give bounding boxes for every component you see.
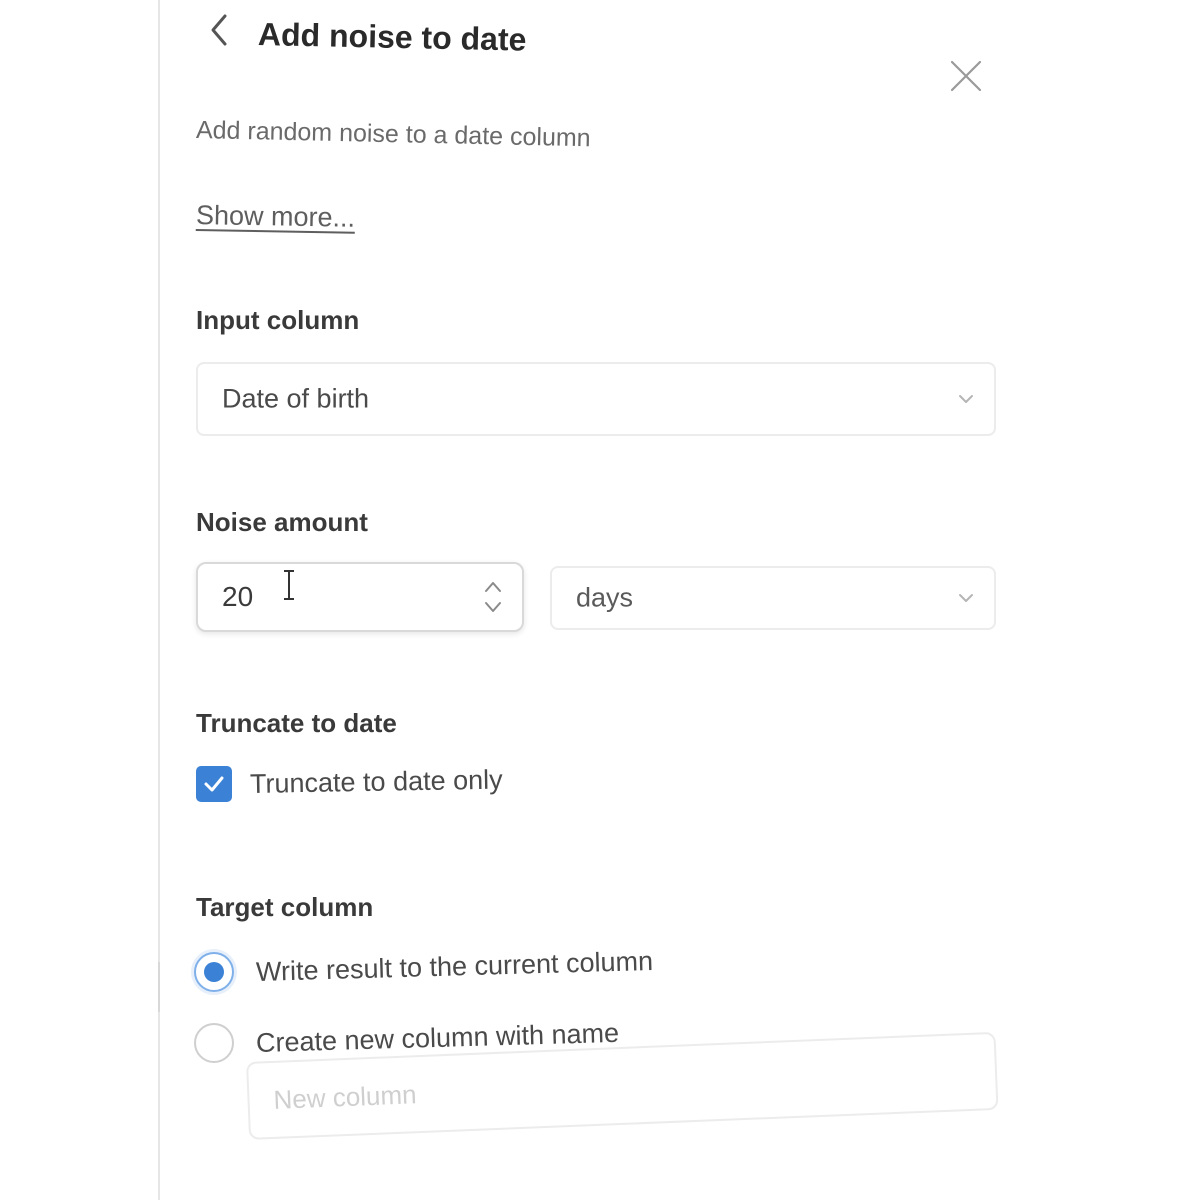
left-gutter — [0, 0, 160, 1200]
close-icon[interactable] — [946, 56, 986, 96]
stepper-icon[interactable] — [482, 578, 504, 616]
panel-description: Add random noise to a date column — [195, 116, 591, 153]
input-column-select[interactable]: Date of birth — [196, 362, 996, 436]
noise-amount-input[interactable]: 20 — [196, 562, 524, 632]
truncate-checkbox[interactable] — [196, 766, 232, 802]
chevron-left-icon[interactable] — [205, 12, 235, 48]
noise-amount-label: Noise amount — [196, 507, 368, 537]
radio-dot — [204, 962, 224, 982]
radio-button-selected[interactable] — [194, 952, 234, 992]
chevron-down-icon — [959, 395, 973, 403]
input-column-label: Input column — [196, 305, 360, 335]
radio-write-current-column[interactable]: Write result to the current column — [194, 945, 653, 994]
noise-amount-value: 20 — [222, 581, 254, 612]
chevron-down-icon — [959, 594, 973, 602]
noise-unit-select[interactable]: days — [550, 566, 996, 630]
side-panel: Add noise to date Add random noise to a … — [160, 0, 1200, 1200]
truncate-checkbox-label: Truncate to date only — [249, 764, 503, 799]
show-more-link[interactable]: Show more... — [196, 200, 356, 234]
radio-button[interactable] — [194, 1023, 234, 1063]
radio-write-current-label: Write result to the current column — [255, 945, 654, 987]
truncate-label: Truncate to date — [196, 708, 397, 738]
text-cursor-icon — [284, 570, 294, 600]
input-column-value: Date of birth — [222, 383, 370, 414]
noise-unit-value: days — [576, 582, 634, 613]
truncate-checkbox-row[interactable]: Truncate to date only — [196, 764, 503, 804]
panel-title: Add noise to date — [257, 16, 527, 58]
target-column-label: Target column — [196, 892, 374, 922]
check-icon — [204, 776, 224, 792]
